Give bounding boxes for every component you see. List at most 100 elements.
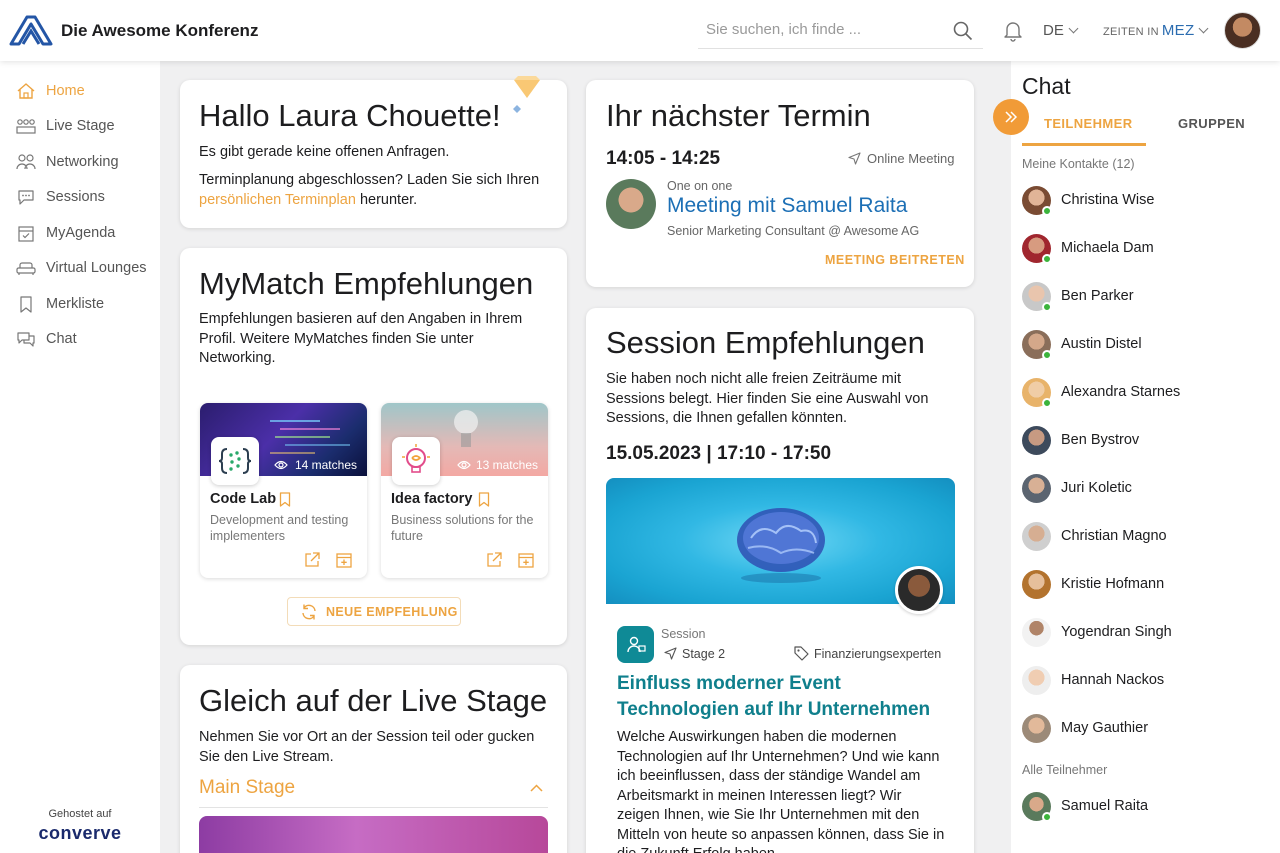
brand-title[interactable]: Die Awesome Konferenz bbox=[61, 21, 258, 41]
contact-item[interactable]: Juri Koletic bbox=[1022, 474, 1272, 506]
divider bbox=[199, 807, 548, 808]
chat-title: Chat bbox=[1022, 73, 1071, 99]
user-avatar[interactable] bbox=[1224, 12, 1261, 49]
eye-icon bbox=[274, 460, 288, 470]
converve-logo[interactable]: converve bbox=[0, 823, 160, 844]
refresh-icon bbox=[302, 604, 316, 620]
main-stage-image[interactable] bbox=[199, 816, 548, 853]
appointment-location: Online Meeting bbox=[867, 151, 955, 166]
schedule-prefix: Terminplanung abgeschlossen? Laden Sie s… bbox=[199, 172, 540, 188]
session-datetime: 15.05.2023 | 17:10 - 17:50 bbox=[606, 443, 832, 464]
search-input[interactable] bbox=[706, 21, 946, 38]
main-stage-label[interactable]: Main Stage bbox=[199, 777, 295, 799]
contact-item[interactable]: Christina Wise bbox=[1022, 186, 1272, 218]
sidebar-item-label: Merkliste bbox=[46, 296, 105, 312]
samuel-raita-avatar[interactable] bbox=[606, 179, 656, 229]
double-chevron-right-icon bbox=[1005, 111, 1018, 123]
contact-item[interactable]: Michaela Dam bbox=[1022, 234, 1272, 266]
new-recommendation-button[interactable]: NEUE EMPFEHLUNG bbox=[287, 597, 461, 626]
contact-name: May Gauthier bbox=[1061, 720, 1149, 736]
contact-avatar bbox=[1022, 714, 1051, 743]
match-count: 13 matches bbox=[475, 458, 538, 472]
tab-participants[interactable]: TEILNEHMER bbox=[1044, 116, 1133, 131]
contact-name: Michaela Dam bbox=[1061, 240, 1154, 256]
join-meeting-button[interactable]: MEETING BEITRETEN bbox=[825, 253, 965, 267]
add-to-calendar-icon[interactable] bbox=[335, 551, 353, 569]
search-icon[interactable] bbox=[953, 21, 973, 41]
schedule-text: Terminplanung abgeschlossen? Laden Sie s… bbox=[199, 171, 559, 210]
idea-factory-badge-icon bbox=[392, 437, 440, 485]
sidebar-item-label: Home bbox=[46, 83, 85, 99]
live-stage-title: Gleich auf der Live Stage bbox=[199, 683, 548, 718]
contact-item[interactable]: Samuel Raita bbox=[1022, 792, 1272, 824]
chat-icon bbox=[17, 332, 35, 347]
lightbulb-decoration bbox=[454, 410, 478, 447]
sidebar-item-home[interactable]: Home bbox=[0, 76, 160, 106]
bookmark-icon[interactable] bbox=[478, 492, 490, 507]
tab-groups[interactable]: GRUPPEN bbox=[1178, 116, 1245, 131]
meeting-title-link[interactable]: Meeting mit Samuel Raita bbox=[667, 194, 907, 218]
add-to-calendar-icon[interactable] bbox=[517, 551, 535, 569]
conference-logo-icon[interactable] bbox=[9, 14, 53, 46]
chevron-up-icon[interactable] bbox=[530, 784, 543, 792]
sidebar-item-networking[interactable]: Networking bbox=[0, 147, 160, 177]
bell-icon[interactable] bbox=[1003, 20, 1023, 42]
home-icon bbox=[17, 83, 35, 99]
chevron-down-icon bbox=[1199, 23, 1209, 34]
session-stage: Stage 2 bbox=[682, 647, 726, 661]
match-tile-description: Development and testing implementers bbox=[210, 513, 349, 543]
personal-schedule-link[interactable]: persönlichen Terminplan bbox=[199, 192, 356, 208]
timezone-selector[interactable]: ZEITEN IN MEZ bbox=[1103, 22, 1209, 39]
contact-name: Austin Distel bbox=[1061, 336, 1142, 352]
contact-name: Christina Wise bbox=[1061, 192, 1155, 208]
match-tile-description: Business solutions for the future bbox=[391, 513, 534, 543]
sidebar-item-chat[interactable]: Chat bbox=[0, 324, 160, 354]
language-value: DE bbox=[1043, 22, 1064, 39]
match-tile[interactable]: 14 matches Code Lab Development and test… bbox=[200, 403, 367, 578]
contact-item[interactable]: Hannah Nackos bbox=[1022, 666, 1272, 698]
contact-name: Juri Koletic bbox=[1061, 480, 1132, 496]
contact-avatar bbox=[1022, 426, 1051, 455]
speaker-avatar[interactable] bbox=[895, 566, 943, 614]
contact-item[interactable]: May Gauthier bbox=[1022, 714, 1272, 746]
match-tile[interactable]: 13 matches Idea factory Business solutio… bbox=[381, 403, 548, 578]
search-box[interactable] bbox=[698, 13, 983, 49]
sidebar-item-merkliste[interactable]: Merkliste bbox=[0, 289, 160, 319]
sidebar-item-virtual-lounges[interactable]: Virtual Lounges bbox=[0, 253, 160, 283]
contact-item[interactable]: Ben Bystrov bbox=[1022, 426, 1272, 458]
external-link-icon[interactable] bbox=[303, 551, 321, 569]
contact-item[interactable]: Ben Parker bbox=[1022, 282, 1272, 314]
language-selector[interactable]: DE bbox=[1043, 22, 1079, 39]
sidebar-item-myagenda[interactable]: MyAgenda bbox=[0, 218, 160, 248]
tag-icon bbox=[794, 646, 809, 661]
bookmark-icon bbox=[20, 296, 32, 313]
contact-item[interactable]: Austin Distel bbox=[1022, 330, 1272, 362]
contact-item[interactable]: Kristie Hofmann bbox=[1022, 570, 1272, 602]
new-recommendation-label: NEUE EMPFEHLUNG bbox=[326, 605, 458, 619]
contact-name: Ben Parker bbox=[1061, 288, 1134, 304]
collapse-chat-button[interactable] bbox=[993, 99, 1029, 135]
sidebar: Home Live Stage Networking Sessions MyAg… bbox=[0, 61, 160, 853]
session-title-link[interactable]: Einfluss moderner Event Technologien auf… bbox=[617, 671, 930, 723]
bookmark-icon[interactable] bbox=[279, 492, 291, 507]
mymatch-title: MyMatch Empfehlungen bbox=[199, 266, 534, 301]
timezone-label: ZEITEN IN bbox=[1103, 26, 1159, 38]
contact-avatar bbox=[1022, 522, 1051, 551]
sidebar-item-live-stage[interactable]: Live Stage bbox=[0, 111, 160, 141]
contact-name: Ben Bystrov bbox=[1061, 432, 1140, 448]
external-link-icon[interactable] bbox=[485, 551, 503, 569]
diamond-decoration-icon bbox=[514, 76, 540, 98]
location-arrow-icon bbox=[848, 152, 861, 165]
all-participants-label: Alle Teilnehmer bbox=[1022, 763, 1108, 777]
match-tile-title[interactable]: Code Lab bbox=[210, 491, 276, 507]
contact-item[interactable]: Christian Magno bbox=[1022, 522, 1272, 554]
match-tile-title[interactable]: Idea factory bbox=[391, 491, 472, 507]
schedule-suffix: herunter. bbox=[359, 191, 418, 208]
sofa-icon bbox=[16, 262, 36, 275]
sidebar-item-sessions[interactable]: Sessions bbox=[0, 182, 160, 212]
sessions-icon bbox=[18, 190, 34, 205]
contact-item[interactable]: Alexandra Starnes bbox=[1022, 378, 1272, 410]
sidebar-item-label: Live Stage bbox=[46, 118, 115, 134]
contact-item[interactable]: Yogendran Singh bbox=[1022, 618, 1272, 650]
brain-illustration bbox=[737, 508, 825, 583]
